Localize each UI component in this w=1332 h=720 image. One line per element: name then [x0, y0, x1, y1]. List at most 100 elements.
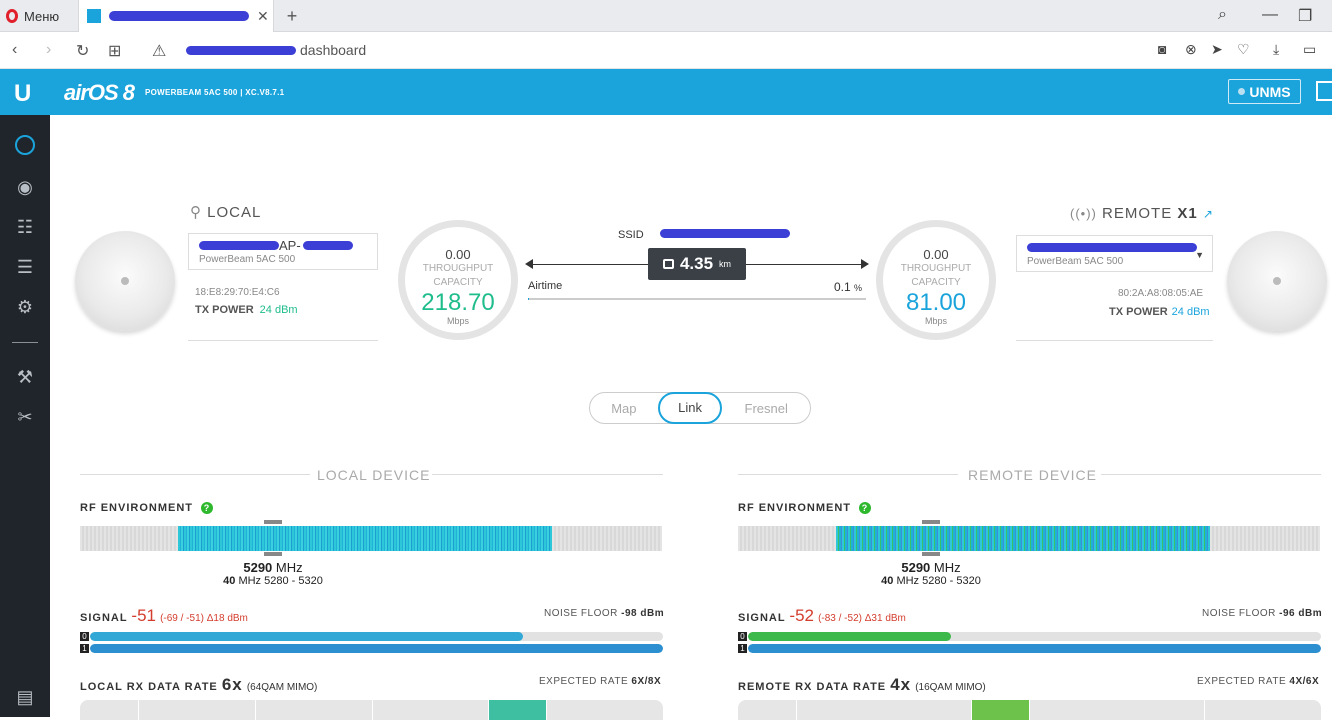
external-link-icon[interactable]: ↗	[1203, 207, 1214, 221]
local-tx-value: 24 dBm	[260, 304, 298, 316]
local-marker-bottom	[264, 552, 282, 556]
logout-icon[interactable]	[1316, 81, 1332, 101]
toggle-map[interactable]: Map	[590, 401, 658, 416]
settings-icon[interactable]: ⚙	[13, 295, 37, 319]
close-tab-icon[interactable]: ✕	[257, 8, 269, 25]
local-spectrum	[80, 526, 662, 551]
remote-capacity-gauge: 0.00 THROUGHPUT CAPACITY 81.00 Mbps	[876, 220, 996, 340]
help-icon[interactable]: ?	[859, 502, 871, 514]
remote-rate-detail: (16QAM MIMO)	[915, 682, 986, 693]
local-section-title: LOCAL DEVICE	[317, 467, 430, 483]
redacted-url	[186, 46, 296, 55]
app-header: U airOS 8 POWERBEAM 5AC 500 | XC.V8.7.1 …	[0, 69, 1332, 115]
remote-capacity-value: 81.00	[883, 290, 989, 316]
remote-section-line-left	[738, 474, 958, 475]
wifi-favicon-icon	[87, 9, 101, 23]
unms-button[interactable]: UNMS	[1228, 79, 1301, 104]
remote-model: PowerBeam 5AC 500	[1027, 256, 1202, 267]
unms-status-icon	[1238, 88, 1245, 95]
warning-icon[interactable]: ⚠	[152, 41, 166, 61]
airtime-value: 0.1	[834, 280, 851, 294]
airtime-value-row: 0.1 %	[834, 280, 862, 294]
minimize-icon[interactable]: —	[1262, 6, 1278, 24]
local-rate-seg	[372, 700, 488, 720]
local-chain0-fill	[90, 632, 523, 641]
local-signal-detail: (-69 / -51) Δ18 dBm	[160, 613, 248, 624]
local-dish-image	[75, 231, 175, 331]
log-icon[interactable]: ▤	[13, 685, 37, 709]
ubiquiti-logo[interactable]: U	[14, 80, 31, 108]
local-rx-rate: LOCAL RX DATA RATE 6x (64QAM MIMO)	[80, 675, 317, 695]
remote-tx-power: TX POWER24 dBm	[1109, 306, 1210, 318]
remote-chain1-fill	[748, 644, 1321, 653]
battery-icon[interactable]: ▭	[1303, 41, 1316, 58]
dashboard-icon[interactable]	[15, 135, 35, 155]
local-expected-label: EXPECTED RATE	[539, 676, 628, 687]
airtime-unit: %	[854, 283, 862, 293]
search-icon[interactable]: ⌕	[1218, 6, 1227, 24]
help-icon[interactable]: ?	[201, 502, 213, 514]
toggle-link[interactable]: Link	[658, 392, 723, 424]
remote-signal-value: -52	[789, 606, 814, 625]
back-icon[interactable]: ‹	[12, 41, 17, 59]
local-device-name: AP-	[279, 238, 301, 253]
local-throughput-label: THROUGHPUT	[405, 262, 511, 276]
wireless-icon[interactable]: ◉	[13, 175, 37, 199]
network-icon[interactable]: ☷	[13, 215, 37, 239]
local-width-unit: MHz	[238, 575, 261, 587]
forward-icon[interactable]: ›	[46, 41, 51, 59]
local-marker-top	[264, 520, 282, 524]
local-range: 5280 - 5320	[264, 575, 323, 587]
local-tx-power: TX POWER 24 dBm	[195, 304, 298, 316]
send-icon[interactable]: ➤	[1211, 41, 1223, 58]
remote-count: X1	[1177, 205, 1197, 222]
local-tx-label: TX POWER	[195, 304, 254, 316]
new-tab-button[interactable]: +	[282, 0, 302, 32]
grid-icon[interactable]: ⊞	[108, 41, 121, 61]
remote-title: ((•)) REMOTE X1 ↗	[1070, 205, 1214, 222]
camera-icon[interactable]: ◙	[1158, 41, 1166, 57]
restore-icon[interactable]: ❐	[1298, 6, 1312, 26]
toggle-fresnel[interactable]: Fresnel	[722, 401, 810, 416]
local-title-text: LOCAL	[207, 204, 261, 221]
remote-divider	[1016, 340, 1213, 341]
remote-noise: NOISE FLOOR -96 dBm	[1202, 608, 1322, 619]
tools-icon[interactable]: ✂	[13, 405, 37, 429]
airtime-label: Airtime	[528, 280, 562, 292]
airos-logo: airOS 8	[64, 80, 134, 106]
block-icon[interactable]: ⊗	[1185, 41, 1197, 58]
reload-icon[interactable]: ↻	[76, 41, 89, 61]
services-icon[interactable]: ☰	[13, 255, 37, 279]
redacted-local-name-2	[303, 241, 353, 250]
url-field[interactable]: dashboard	[186, 42, 366, 58]
remote-device-select[interactable]: PowerBeam 5AC 500 ▼	[1016, 235, 1213, 272]
opera-logo-icon	[6, 9, 18, 23]
local-device-box: AP- PowerBeam 5AC 500	[188, 233, 378, 270]
download-icon[interactable]: ⤓	[1273, 41, 1279, 58]
link-arrow-right-icon	[861, 259, 869, 269]
menu-label: Меню	[24, 9, 59, 24]
remote-rf-text: RF ENVIRONMENT	[738, 502, 851, 514]
local-rate-seg	[546, 700, 663, 720]
heart-icon[interactable]: ♡	[1237, 41, 1250, 58]
remote-throughput: 0.00	[883, 247, 989, 262]
wand-icon[interactable]: ⚒	[13, 365, 37, 389]
ssid-row: SSID	[618, 229, 790, 241]
view-toggle: Map Link Fresnel	[589, 392, 811, 424]
address-bar: ‹ › ↻ ⊞ ⚠ dashboard ◙ ⊗ ➤ ♡ ⤓ ▭	[0, 32, 1332, 69]
remote-expected-rate: EXPECTED RATE 4X/6X	[1197, 676, 1319, 687]
remote-section-title: REMOTE DEVICE	[968, 467, 1097, 483]
sidebar: ◉ ☷ ☰ ⚙ ⚒ ✂ ▤	[0, 115, 50, 717]
opera-menu-button[interactable]: Меню	[6, 0, 76, 32]
local-rate-value: 6x	[222, 675, 243, 694]
local-capacity-value: 218.70	[405, 290, 511, 316]
local-expected-rate: EXPECTED RATE 6X/8X	[539, 676, 661, 687]
remote-antenna-icon: ((•))	[1070, 206, 1097, 221]
remote-mac: 80:2A:A8:08:05:AE	[1118, 288, 1203, 299]
remote-expected-value: 4X/6X	[1289, 676, 1319, 687]
browser-tab-bar: Меню ✕ + ⌕ — ❐	[0, 0, 1332, 32]
active-tab[interactable]: ✕	[78, 0, 274, 32]
remote-spectrum-band	[836, 526, 1210, 551]
device-info: POWERBEAM 5AC 500 | XC.V8.7.1	[145, 88, 284, 97]
distance-badge: 4.35 km	[648, 248, 746, 280]
